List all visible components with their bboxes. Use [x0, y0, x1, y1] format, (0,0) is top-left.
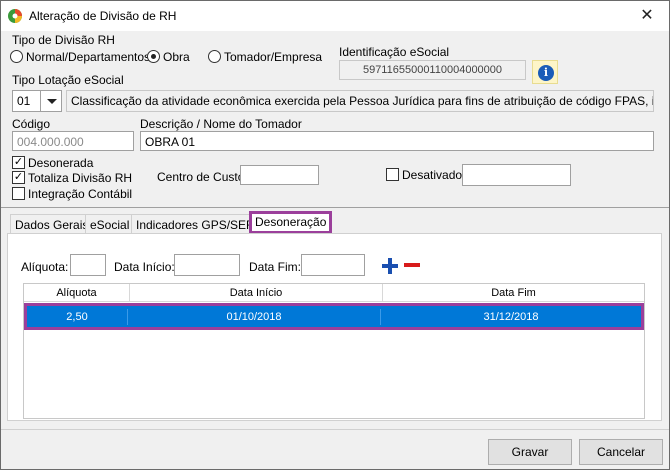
title-bar: Alteração de Divisão de RH ✕	[1, 1, 669, 31]
tipo-divisao-label: Tipo de Divisão RH	[12, 33, 115, 47]
desativado-checkbox[interactable]	[386, 168, 399, 181]
cancelar-button[interactable]: Cancelar	[579, 439, 663, 465]
app-logo-icon	[8, 9, 22, 23]
codigo-field[interactable]: 004.000.000	[12, 131, 134, 151]
plus-icon[interactable]	[382, 258, 398, 274]
column-header-data-inicio[interactable]: Data Início	[130, 284, 383, 302]
aliquota-label: Alíquota:	[21, 260, 69, 274]
dialog-window: Alteração de Divisão de RH ✕ Tipo de Div…	[0, 0, 670, 470]
desonerada-checkbox[interactable]: ✓	[12, 156, 25, 169]
data-fim-label: Data Fim:	[249, 260, 302, 274]
column-header-aliquota[interactable]: Alíquota	[24, 284, 130, 302]
minus-icon[interactable]	[404, 262, 420, 268]
grid-header: Alíquota Data Início Data Fim	[24, 284, 644, 302]
radio-obra-label: Obra	[163, 50, 190, 64]
tab-esocial[interactable]: eSocial	[85, 214, 135, 234]
cell-data-inicio: 01/10/2018	[128, 309, 381, 325]
radio-tomador[interactable]	[208, 50, 221, 63]
data-inicio-label: Data Início:	[114, 260, 175, 274]
cell-aliquota: 2,50	[27, 309, 128, 325]
tipo-lotacao-label: Tipo Lotação eSocial	[12, 73, 124, 87]
codigo-label: Código	[12, 117, 51, 131]
info-button[interactable]: i	[532, 60, 558, 84]
aliquota-input[interactable]	[70, 254, 106, 276]
descricao-field[interactable]: OBRA 01	[140, 131, 654, 151]
data-fim-input[interactable]	[301, 254, 365, 276]
close-button[interactable]: ✕	[637, 6, 657, 26]
identificacao-field: 59711655000110004000000	[339, 60, 526, 80]
integracao-checkbox[interactable]	[12, 187, 25, 200]
info-icon: i	[538, 65, 554, 81]
radio-obra[interactable]	[147, 50, 160, 63]
centro-custo-field[interactable]	[240, 165, 319, 185]
tipo-lotacao-description: Classificação da atividade econômica exe…	[66, 90, 654, 112]
desativado-field[interactable]	[462, 164, 571, 186]
gravar-button[interactable]: Gravar	[488, 439, 572, 465]
tipo-lotacao-dropdown[interactable]	[40, 90, 62, 112]
desativado-label: Desativado	[402, 168, 463, 182]
descricao-label: Descrição / Nome do Tomador	[140, 117, 302, 131]
radio-normal[interactable]	[10, 50, 23, 63]
totaliza-label: Totaliza Divisão RH	[28, 171, 133, 185]
column-header-data-fim[interactable]: Data Fim	[383, 284, 644, 302]
radio-normal-label: Normal/Departamentos	[26, 50, 151, 64]
desoneracao-grid: Alíquota Data Início Data Fim 2,50 01/10…	[23, 283, 645, 419]
bottom-divider	[1, 429, 669, 430]
desonerada-label: Desonerada	[28, 156, 94, 170]
tipo-lotacao-code[interactable]: 01	[12, 90, 41, 112]
radio-tomador-label: Tomador/Empresa	[224, 50, 323, 64]
window-title: Alteração de Divisão de RH	[29, 9, 177, 23]
table-row[interactable]: 2,50 01/10/2018 31/12/2018	[24, 303, 644, 330]
close-icon: ✕	[640, 7, 654, 24]
divider	[1, 207, 669, 208]
data-inicio-input[interactable]	[174, 254, 240, 276]
cell-data-fim: 31/12/2018	[483, 311, 539, 323]
tab-desoneracao[interactable]: Desoneração	[249, 211, 333, 234]
centro-custo-label: Centro de Custo	[157, 170, 245, 184]
totaliza-checkbox[interactable]: ✓	[12, 171, 25, 184]
tab-dados-gerais[interactable]: Dados Gerais	[10, 214, 94, 234]
integracao-label: Integração Contábil	[28, 187, 133, 201]
identificacao-label: Identificação eSocial	[339, 45, 450, 59]
